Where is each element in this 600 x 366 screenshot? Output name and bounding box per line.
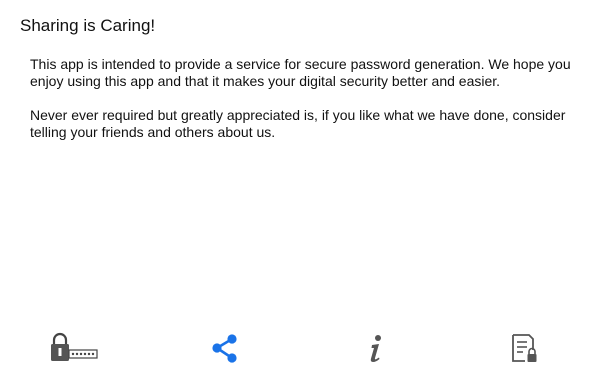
nav-vault-button[interactable]	[506, 330, 542, 366]
share-request-paragraph: Never ever required but greatly apprecia…	[30, 107, 566, 140]
intro-paragraph: This app is intended to provide a servic…	[30, 56, 571, 89]
sharing-screen: Sharing is Caring! This app is intended …	[0, 0, 600, 366]
bottom-navigation	[0, 330, 600, 366]
document-lock-icon	[507, 332, 541, 364]
sharing-message: This app is intended to provide a servic…	[30, 56, 590, 158]
page-title: Sharing is Caring!	[20, 16, 156, 35]
nav-info-button[interactable]	[362, 330, 390, 366]
nav-share-button[interactable]	[208, 330, 242, 366]
info-icon	[365, 332, 387, 364]
nav-generate-button[interactable]	[48, 330, 100, 366]
share-icon	[210, 332, 240, 364]
padlock-password-icon	[48, 332, 100, 364]
